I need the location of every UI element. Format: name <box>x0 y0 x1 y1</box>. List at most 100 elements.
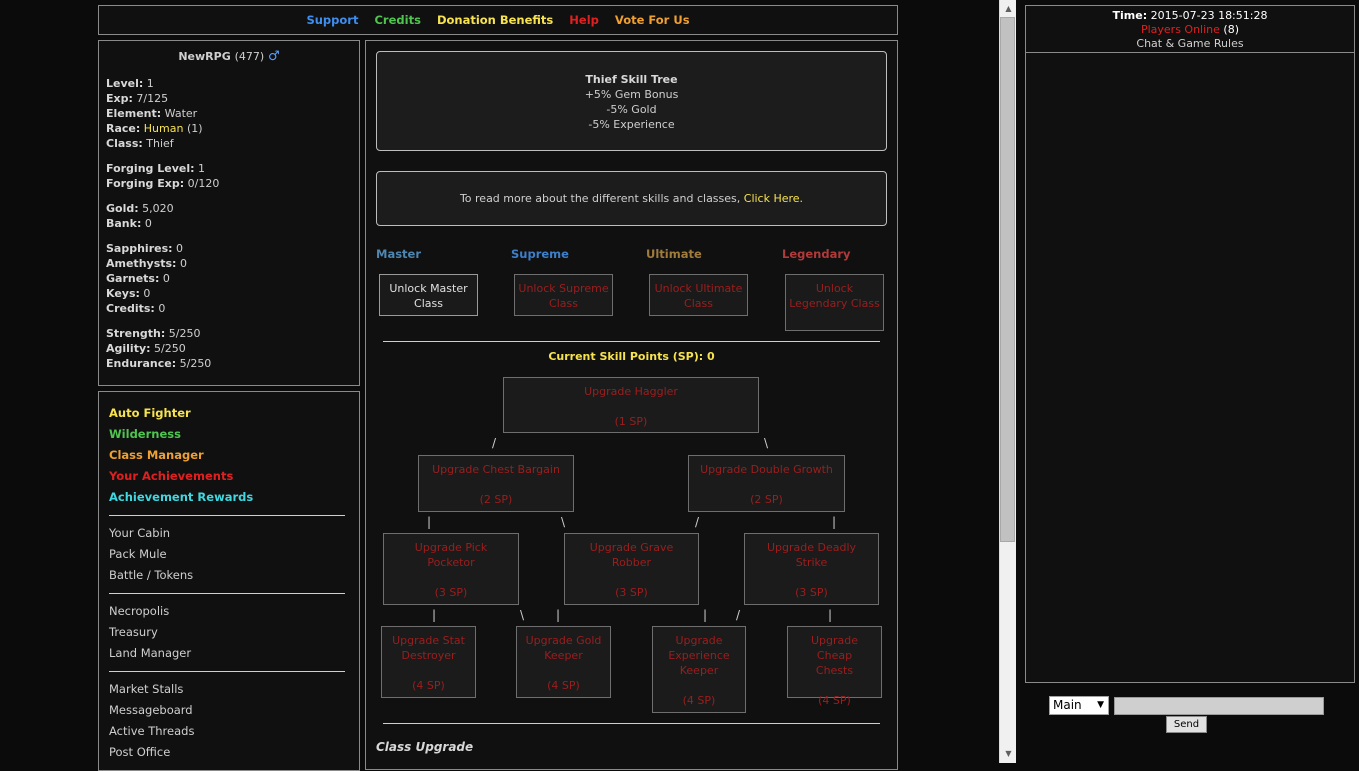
menu-divider <box>109 515 345 516</box>
menu-divider <box>109 671 345 672</box>
chat-header: Time: 2015-07-23 18:51:28 Players Online… <box>1026 6 1354 53</box>
menu-treasury[interactable]: Treasury <box>109 622 349 643</box>
divider <box>383 341 880 342</box>
menu-your-achievements[interactable]: Your Achievements <box>109 466 349 487</box>
tree-connector: / <box>736 608 741 622</box>
stat-garnets: Garnets: 0 <box>106 272 170 285</box>
stat-credits: Credits: 0 <box>106 302 166 315</box>
players-online-count: (8) <box>1223 23 1240 36</box>
divider <box>383 723 880 724</box>
tree-connector: | <box>828 608 833 622</box>
tree-connector: | <box>832 515 837 529</box>
stat-endurance: Endurance: 5/250 <box>106 357 212 370</box>
menu-post-office[interactable]: Post Office <box>109 742 349 763</box>
menu-auto-fighter[interactable]: Auto Fighter <box>109 403 349 424</box>
menu-wilderness[interactable]: Wilderness <box>109 424 349 445</box>
upgrade-grave-robber-node[interactable]: Upgrade Grave Robber (3 SP) <box>564 533 699 605</box>
player-stats-panel: NewRPG (477) ♂ Level: 1 Exp: 7/125 Eleme… <box>98 40 360 386</box>
bonus-gold: -5% Gold <box>606 103 657 116</box>
stat-element: Element: Water <box>106 107 198 120</box>
tree-connector: | <box>432 608 437 622</box>
top-nav: Support Credits Donation Benefits Help V… <box>98 5 898 35</box>
stat-class: Class: Thief <box>106 137 174 150</box>
stat-race: Race: Human (1) <box>106 122 203 135</box>
stat-sapphires: Sapphires: 0 <box>106 242 184 255</box>
nav-help-link[interactable]: Help <box>569 13 599 27</box>
unlock-legendary-button[interactable]: Unlock Legendary Class <box>785 274 884 331</box>
menu-land-manager[interactable]: Land Manager <box>109 643 349 664</box>
scrollbar-thumb[interactable] <box>1000 17 1015 542</box>
time-label: Time: <box>1112 9 1148 22</box>
unlock-ultimate-button[interactable]: Unlock Ultimate Class <box>649 274 748 316</box>
tree-connector: \ <box>764 436 769 450</box>
stat-level: Level: 1 <box>106 77 154 90</box>
scroll-down-arrow-icon[interactable]: ▼ <box>1000 749 1017 758</box>
stat-forging-exp: Forging Exp: 0/120 <box>106 177 220 190</box>
male-icon: ♂ <box>268 49 280 64</box>
side-menu: Auto Fighter Wilderness Class Manager Yo… <box>98 391 360 771</box>
tree-connector: | <box>427 515 432 529</box>
menu-class-manager[interactable]: Class Manager <box>109 445 349 466</box>
nav-credits-link[interactable]: Credits <box>374 13 420 27</box>
tree-connector: | <box>703 608 708 622</box>
upgrade-experience-keeper-node[interactable]: Upgrade Experience Keeper (4 SP) <box>652 626 746 713</box>
unlock-supreme-button[interactable]: Unlock Supreme Class <box>514 274 613 316</box>
menu-achievement-rewards[interactable]: Achievement Rewards <box>109 487 349 508</box>
tree-connector: | <box>556 608 561 622</box>
menu-necropolis[interactable]: Necropolis <box>109 601 349 622</box>
tree-connector: \ <box>561 515 566 529</box>
chat-rules-link[interactable]: Chat & Game Rules <box>1026 37 1354 51</box>
unlock-master-button[interactable]: Unlock Master Class <box>379 274 478 316</box>
upgrade-stat-destroyer-node[interactable]: Upgrade Stat Destroyer (4 SP) <box>381 626 476 698</box>
upgrade-chest-bargain-node[interactable]: Upgrade Chest Bargain (2 SP) <box>418 455 574 512</box>
players-online-link[interactable]: Players Online <box>1141 23 1220 36</box>
menu-your-cabin[interactable]: Your Cabin <box>109 523 349 544</box>
race-link[interactable]: Human <box>144 122 184 135</box>
player-id: (477) <box>234 50 265 63</box>
scroll-up-arrow-icon[interactable]: ▲ <box>1000 4 1017 13</box>
tree-connector: / <box>492 436 497 450</box>
bonus-exp: -5% Experience <box>588 118 675 131</box>
upgrade-pick-pocketor-node[interactable]: Upgrade Pick Pocketor (3 SP) <box>383 533 519 605</box>
read-more-box: To read more about the different skills … <box>376 171 887 226</box>
stat-keys: Keys: 0 <box>106 287 151 300</box>
nav-support-link[interactable]: Support <box>306 13 358 27</box>
upgrade-deadly-strike-node[interactable]: Upgrade Deadly Strike (3 SP) <box>744 533 879 605</box>
stat-strength: Strength: 5/250 <box>106 327 201 340</box>
server-time: 2015-07-23 18:51:28 <box>1150 9 1268 22</box>
stat-exp: Exp: 7/125 <box>106 92 169 105</box>
nav-vote-link[interactable]: Vote For Us <box>615 13 690 27</box>
click-here-link[interactable]: Click Here. <box>744 192 803 205</box>
upgrade-haggler-node[interactable]: Upgrade Haggler (1 SP) <box>503 377 759 433</box>
tier-legendary-label: Legendary <box>782 247 851 261</box>
upgrade-gold-keeper-node[interactable]: Upgrade Gold Keeper (4 SP) <box>516 626 611 698</box>
stat-gold: Gold: 5,020 <box>106 202 174 215</box>
tree-connector: / <box>695 515 700 529</box>
player-name[interactable]: NewRPG <box>178 50 230 63</box>
stat-agility: Agility: 5/250 <box>106 342 186 355</box>
send-button[interactable]: Send <box>1166 716 1207 733</box>
menu-pack-mule[interactable]: Pack Mule <box>109 544 349 565</box>
chat-channel-select[interactable]: Main ▼ <box>1049 696 1109 715</box>
menu-market-stalls[interactable]: Market Stalls <box>109 679 349 700</box>
menu-active-threads[interactable]: Active Threads <box>109 721 349 742</box>
upgrade-double-growth-node[interactable]: Upgrade Double Growth (2 SP) <box>688 455 845 512</box>
tree-connector: \ <box>520 608 525 622</box>
chat-panel: Time: 2015-07-23 18:51:28 Players Online… <box>1025 5 1355 683</box>
menu-divider <box>109 593 345 594</box>
stat-forging-level: Forging Level: 1 <box>106 162 205 175</box>
nav-donation-benefits-link[interactable]: Donation Benefits <box>437 13 553 27</box>
player-name-line: NewRPG (477) ♂ <box>106 49 352 64</box>
chat-message-input[interactable] <box>1114 697 1324 715</box>
upgrade-cheap-chests-node[interactable]: Upgrade Cheap Chests (4 SP) <box>787 626 882 707</box>
menu-messageboard[interactable]: Messageboard <box>109 700 349 721</box>
tier-master-label: Master <box>376 247 422 261</box>
skill-tree-info-box: Thief Skill Tree +5% Gem Bonus -5% Gold … <box>376 51 887 151</box>
skill-tree-title: Thief Skill Tree <box>585 73 678 86</box>
tier-ultimate-label: Ultimate <box>646 247 702 261</box>
menu-battle-tokens[interactable]: Battle / Tokens <box>109 565 349 586</box>
stat-bank: Bank: 0 <box>106 217 152 230</box>
chevron-down-icon: ▼ <box>1097 700 1104 710</box>
class-upgrade-heading: Class Upgrade <box>376 740 474 754</box>
tier-supreme-label: Supreme <box>511 247 569 261</box>
